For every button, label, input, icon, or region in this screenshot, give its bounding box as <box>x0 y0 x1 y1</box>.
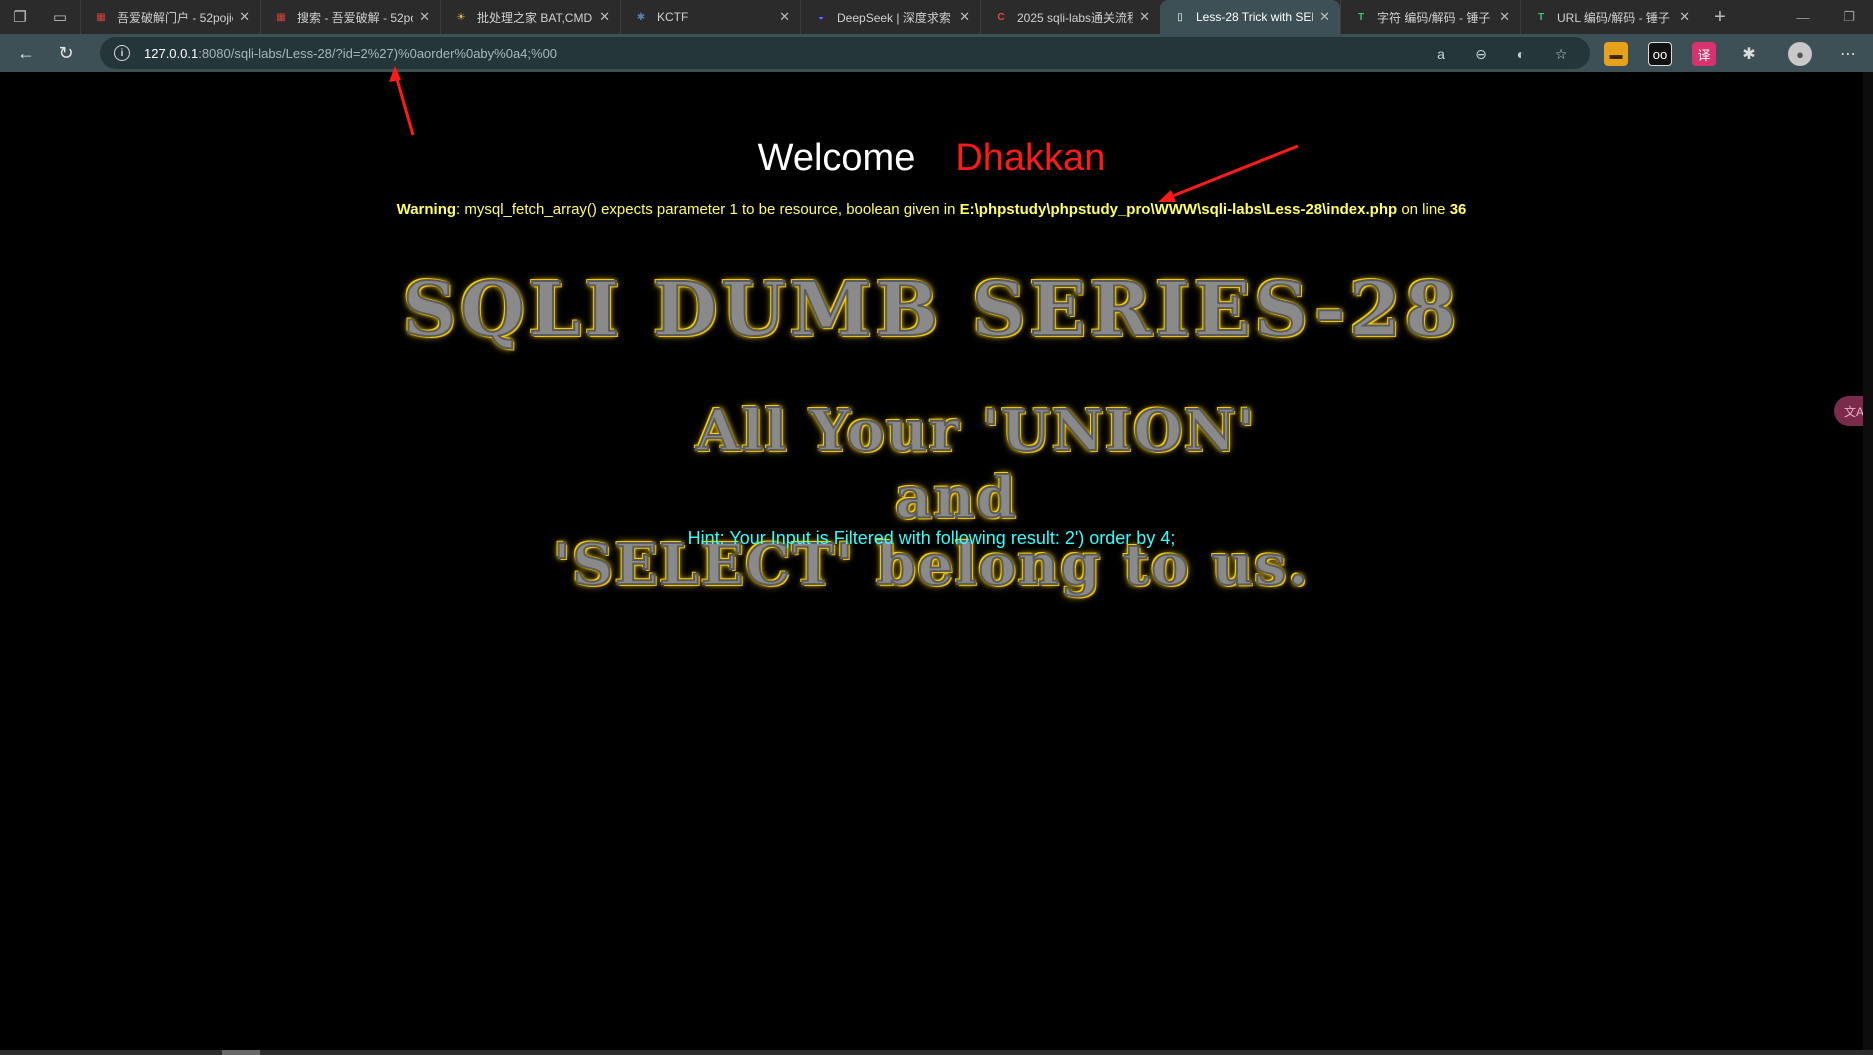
favorite-star-icon[interactable]: ☆ <box>1550 43 1572 65</box>
read-aloud-icon[interactable]: a <box>1430 43 1452 65</box>
tab-label: 搜索 - 吾爱破解 - 52pojie <box>297 10 413 25</box>
tab-5[interactable]: C 2025 sqli-labs通关流程 ✕ <box>980 0 1160 34</box>
extension-yellow-icon[interactable]: ▬ <box>1604 42 1628 66</box>
restore-button[interactable]: ❐ <box>1826 0 1872 34</box>
reload-button[interactable]: ↻ <box>46 34 86 72</box>
close-icon[interactable]: ✕ <box>779 9 790 25</box>
workspaces-icon[interactable]: ❐ <box>0 0 40 34</box>
tab-label: 字符 编码/解码 - 锤子 <box>1377 10 1491 25</box>
tab-strip: ❐ ▭ ▦ 吾爱破解门户 - 52pojie ✕ ▦ 搜索 - 吾爱破解 - 52poj… <box>0 0 1873 34</box>
tab-label: 2025 sqli-labs通关流程 <box>1017 10 1134 25</box>
address-bar[interactable]: i 127.0.0.1:8080/sqli-labs/Less-28/?id=2… <box>100 37 1590 69</box>
tab-7[interactable]: T 字符 编码/解码 - 锤子 ✕ <box>1340 0 1520 34</box>
tab-8[interactable]: T URL 编码/解码 - 锤子 ✕ <box>1520 0 1700 34</box>
user-name: Dhakkan <box>955 137 1106 179</box>
close-icon[interactable]: ✕ <box>1679 9 1690 25</box>
sun-icon: ☀ <box>456 11 466 23</box>
back-button[interactable]: ← <box>6 34 46 72</box>
page-content: Welcome Dhakkan Warning: mysql_fetch_arra… <box>0 72 1863 1052</box>
grid-icon: ▦ <box>276 11 286 23</box>
tab-label: 批处理之家 BAT,CMD,PowerShell <box>477 10 593 25</box>
extension-translate-icon[interactable]: 译 <box>1692 42 1716 66</box>
close-icon[interactable]: ✕ <box>1499 9 1510 25</box>
tab-0[interactable]: ▦ 吾爱破解门户 - 52pojie ✕ <box>80 0 260 34</box>
horizontal-scrollbar[interactable] <box>0 1050 1873 1055</box>
new-tab-button[interactable]: + <box>1700 0 1740 34</box>
tab-label: URL 编码/解码 - 锤子 <box>1557 10 1670 25</box>
close-icon[interactable]: ✕ <box>599 9 610 25</box>
url-text[interactable]: 127.0.0.1:8080/sqli-labs/Less-28/?id=2%2… <box>144 46 557 61</box>
scroll-thumb[interactable] <box>222 1050 260 1055</box>
t-icon: T <box>1537 11 1545 23</box>
browser-toolbar: ← ↻ i 127.0.0.1:8080/sqli-labs/Less-28/?… <box>0 34 1873 72</box>
extensions-puzzle-icon[interactable]: ✱ <box>1737 42 1761 66</box>
welcome-heading: Welcome Dhakkan <box>757 137 1106 179</box>
whale-icon: ◒ <box>817 11 825 23</box>
t-icon: T <box>1357 11 1365 23</box>
close-icon[interactable]: ✕ <box>959 9 970 25</box>
tab-label: KCTF <box>657 10 689 24</box>
browser-essentials-icon[interactable]: ◐ <box>1510 43 1532 65</box>
tab-1[interactable]: ▦ 搜索 - 吾爱破解 - 52pojie ✕ <box>260 0 440 34</box>
tab-list: ▦吾爱破解门户 - 52pojie✕▦搜索 - 吾爱破解 - 52pojie✕☀… <box>80 0 1700 34</box>
tab-label: DeepSeek | 深度求索 <box>837 10 951 25</box>
c-icon: C <box>997 11 1005 23</box>
profile-avatar-icon[interactable]: ● <box>1788 42 1812 66</box>
extension-mask-icon[interactable]: oo <box>1648 42 1672 66</box>
series-banner: SQLI DUMB SERIES-28 <box>402 266 1461 354</box>
php-warning: Warning: mysql_fetch_array() expects par… <box>396 201 1467 218</box>
tab-label: 吾爱破解门户 - 52pojie <box>117 10 234 25</box>
tab-label: Less-28 Trick with SELECT <box>1196 10 1313 24</box>
more-menu-icon[interactable]: ⋯ <box>1836 42 1860 66</box>
close-icon[interactable]: ✕ <box>239 9 250 25</box>
grid-icon: ▦ <box>96 11 106 23</box>
close-icon[interactable]: ✕ <box>1139 9 1150 25</box>
gear-icon: ✱ <box>636 11 646 23</box>
close-icon[interactable]: ✕ <box>1319 9 1330 25</box>
zoom-icon[interactable]: ⊖ <box>1470 43 1492 65</box>
site-info-icon[interactable]: i <box>114 45 130 61</box>
minimize-button[interactable]: — <box>1780 0 1826 34</box>
close-icon[interactable]: ✕ <box>419 9 430 25</box>
tab-6[interactable]: ▯ Less-28 Trick with SELECT ✕ <box>1160 0 1340 34</box>
tab-4[interactable]: ◒ DeepSeek | 深度求索 ✕ <box>800 0 980 34</box>
tab-3[interactable]: ✱ KCTF ✕ <box>620 0 800 34</box>
vertical-scrollbar[interactable] <box>1863 72 1873 1052</box>
tab-actions-icon[interactable]: ▭ <box>40 0 80 34</box>
page-icon: ▯ <box>1177 11 1183 23</box>
slogan-line-2: and <box>894 464 1018 532</box>
tab-2[interactable]: ☀ 批处理之家 BAT,CMD,PowerShell ✕ <box>440 0 620 34</box>
slogan-line-1: All Your 'UNION' <box>695 397 1257 465</box>
filter-hint: Hint: Your Input is Filtered with follow… <box>687 528 1176 548</box>
